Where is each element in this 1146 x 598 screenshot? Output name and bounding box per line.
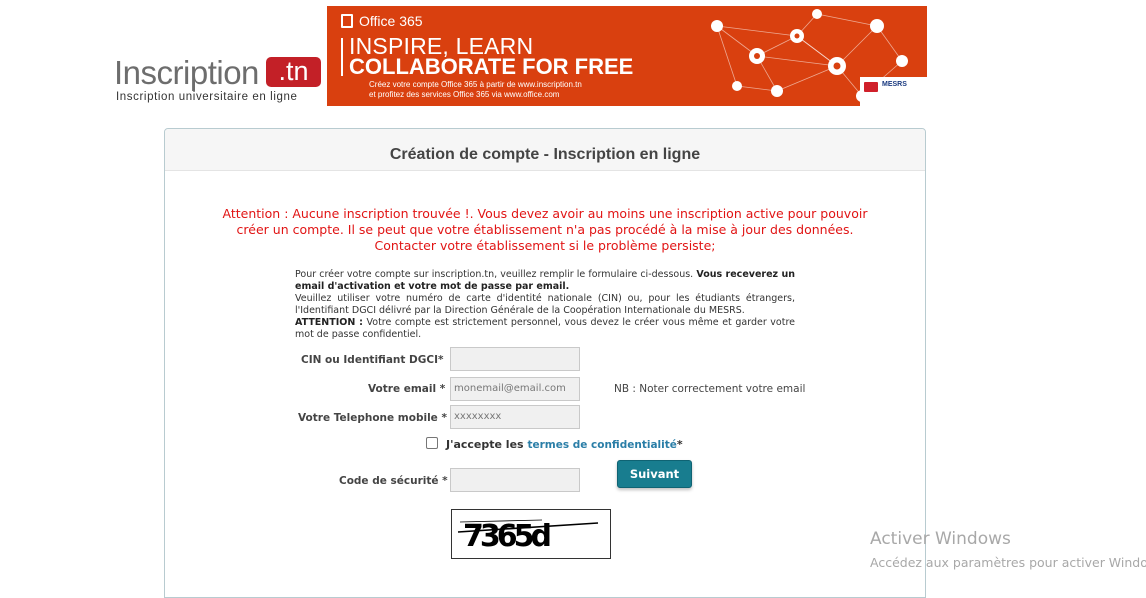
warning-message: Attention : Aucune inscription trouvée !… <box>185 206 905 254</box>
warning-line-2: créer un compte. Il se peut que votre ét… <box>236 222 854 237</box>
panel-header: Création de compte - Inscription en lign… <box>165 129 925 171</box>
captcha-image: 7365d <box>451 509 611 559</box>
accept-prefix: J'accepte les <box>446 438 524 451</box>
captcha-text: 7365d <box>463 519 549 554</box>
accept-terms-checkbox[interactable] <box>426 437 438 449</box>
office365-brand: Office 365 <box>359 13 423 29</box>
office-icon <box>341 14 353 28</box>
banner-headline-2: COLLABORATE FOR FREE <box>349 54 634 79</box>
instructions-intro: Pour créer votre compte sur inscription.… <box>295 269 694 280</box>
mesrs-label: MESRS <box>882 81 907 88</box>
office365-banner[interactable]: Office 365 INSPIRE, LEARN COLLABORATE FO… <box>327 6 927 106</box>
phone-input[interactable]: xxxxxxxx <box>450 405 580 429</box>
accept-terms-label: J'accepte les termes de confidentialité* <box>446 438 683 451</box>
cin-input[interactable] <box>450 347 580 371</box>
banner-subtext-1: Créez votre compte Office 365 à partir d… <box>369 80 582 89</box>
banner-subtext-2: et profitez des services Office 365 via … <box>369 90 560 99</box>
phone-label: Votre Telephone mobile * <box>298 412 447 424</box>
office365-logo: Office 365 <box>341 13 423 29</box>
windows-activation-watermark: Activer Windows Accédez aux paramètres p… <box>870 529 1146 573</box>
logo-tld-badge: .tn <box>266 57 321 87</box>
page-title: Création de compte - Inscription en lign… <box>389 146 701 163</box>
site-logo[interactable]: Inscription .tn Inscription universitair… <box>114 55 324 107</box>
tunisia-flag-icon <box>864 82 878 92</box>
account-creation-panel: Création de compte - Inscription en lign… <box>164 128 926 598</box>
privacy-terms-link[interactable]: termes de confidentialité <box>527 439 676 451</box>
banner-subtext: Créez votre compte Office 365 à partir d… <box>369 80 582 100</box>
next-button[interactable]: Suivant <box>617 460 692 488</box>
security-code-label: Code de sécurité * <box>339 475 448 487</box>
instructions-text: Pour créer votre compte sur inscription.… <box>295 269 795 341</box>
logo-wordmark: Inscription <box>114 54 259 91</box>
mesrs-badge: MESRS <box>860 77 927 106</box>
instructions-attention: Votre compte est strictement personnel, … <box>295 317 795 340</box>
warning-line-1: Attention : Aucune inscription trouvée !… <box>222 206 868 221</box>
captcha-graphic: 7365d <box>457 519 599 554</box>
logo-tagline: Inscription universitaire en ligne <box>116 91 298 103</box>
warning-line-3: Contacter votre établissement si le prob… <box>374 238 716 253</box>
watermark-subtitle: Accédez aux paramètres pour activer Wind… <box>870 555 1146 570</box>
email-input[interactable]: monemail@email.com <box>450 377 580 401</box>
cin-label: CIN ou Identifiant DGCI* <box>301 354 444 366</box>
email-label: Votre email * <box>368 383 446 395</box>
instructions-attention-label: ATTENTION : <box>295 317 363 328</box>
instructions-cin: Veuillez utiliser votre numéro de carte … <box>295 293 795 316</box>
security-code-input[interactable] <box>450 468 580 492</box>
email-note: NB : Noter correctement votre email <box>614 383 806 395</box>
watermark-title: Activer Windows <box>870 529 1011 549</box>
accept-required-mark: * <box>676 438 683 451</box>
banner-divider <box>341 38 343 76</box>
